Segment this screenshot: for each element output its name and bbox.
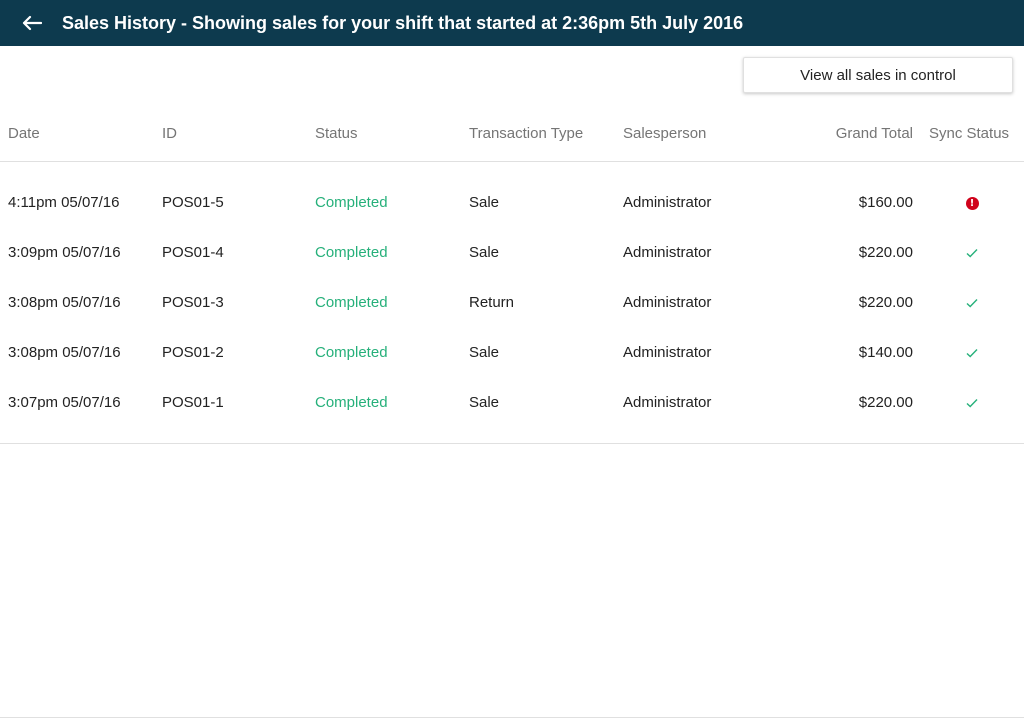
column-header-salesperson[interactable]: Salesperson xyxy=(623,125,706,142)
cell-transaction-type: Sale xyxy=(469,194,500,211)
cell-grand-total: $220.00 xyxy=(858,294,913,311)
table-row[interactable]: 4:11pm 05/07/16 POS01-5 Completed Sale A… xyxy=(0,178,1024,228)
back-button[interactable] xyxy=(0,0,64,46)
table-row[interactable]: 3:08pm 05/07/16 POS01-3 Completed Return… xyxy=(0,278,1024,328)
cell-status: Completed xyxy=(315,244,388,261)
cell-id: POS01-5 xyxy=(162,194,224,211)
sync-status-cell xyxy=(962,343,982,363)
cell-id: POS01-4 xyxy=(162,244,224,261)
cell-salesperson: Administrator xyxy=(623,394,712,411)
cell-transaction-type: Return xyxy=(469,294,515,311)
sync-status-cell xyxy=(962,293,982,313)
cell-status: Completed xyxy=(315,394,388,411)
cell-grand-total: $220.00 xyxy=(858,244,913,261)
table-row[interactable]: 3:09pm 05/07/16 POS01-4 Completed Sale A… xyxy=(0,228,1024,278)
footer-divider xyxy=(0,717,1024,718)
checkmark-icon xyxy=(966,299,978,308)
cell-salesperson: Administrator xyxy=(623,244,712,261)
cell-status: Completed xyxy=(315,294,388,311)
column-header-sync-status[interactable]: Sync Status xyxy=(929,125,1009,142)
app-header: Sales History - Showing sales for your s… xyxy=(0,0,1024,46)
cell-salesperson: Administrator xyxy=(623,194,712,211)
column-header-status[interactable]: Status xyxy=(315,125,358,142)
sync-status-cell xyxy=(962,393,982,413)
column-header-transaction-type[interactable]: Transaction Type xyxy=(469,125,583,142)
cell-date: 3:09pm 05/07/16 xyxy=(8,244,121,261)
cell-transaction-type: Sale xyxy=(469,244,500,261)
cell-date: 4:11pm 05/07/16 xyxy=(8,194,120,211)
cell-date: 3:08pm 05/07/16 xyxy=(8,294,121,311)
cell-id: POS01-3 xyxy=(162,294,224,311)
cell-id: POS01-2 xyxy=(162,344,224,361)
table-row[interactable]: 3:08pm 05/07/16 POS01-2 Completed Sale A… xyxy=(0,328,1024,378)
checkmark-icon xyxy=(966,399,978,408)
cell-status: Completed xyxy=(315,194,388,211)
sync-status-cell xyxy=(962,243,982,263)
cell-grand-total: $220.00 xyxy=(858,394,913,411)
table-header: Date ID Status Transaction Type Salesper… xyxy=(0,104,1024,162)
cell-date: 3:07pm 05/07/16 xyxy=(8,394,121,411)
checkmark-icon xyxy=(966,249,978,258)
sales-table-body: 4:11pm 05/07/16 POS01-5 Completed Sale A… xyxy=(0,178,1024,444)
cell-grand-total: $160.00 xyxy=(858,194,913,211)
arrow-left-icon xyxy=(22,15,42,31)
view-all-sales-button[interactable]: View all sales in control xyxy=(743,57,1013,93)
column-header-id[interactable]: ID xyxy=(162,125,177,142)
page-title: Sales History - Showing sales for your s… xyxy=(62,12,744,33)
cell-salesperson: Administrator xyxy=(623,294,712,311)
checkmark-icon xyxy=(966,349,978,358)
cell-date: 3:08pm 05/07/16 xyxy=(8,344,121,361)
column-header-date[interactable]: Date xyxy=(8,125,40,142)
column-header-grand-total[interactable]: Grand Total xyxy=(836,125,913,142)
sync-error-icon: ! xyxy=(965,196,979,210)
cell-transaction-type: Sale xyxy=(469,344,500,361)
cell-salesperson: Administrator xyxy=(623,344,712,361)
cell-transaction-type: Sale xyxy=(469,394,500,411)
table-row[interactable]: 3:07pm 05/07/16 POS01-1 Completed Sale A… xyxy=(0,378,1024,428)
sync-status-cell: ! xyxy=(962,193,982,213)
cell-grand-total: $140.00 xyxy=(858,344,913,361)
cell-id: POS01-1 xyxy=(162,394,224,411)
cell-status: Completed xyxy=(315,344,388,361)
